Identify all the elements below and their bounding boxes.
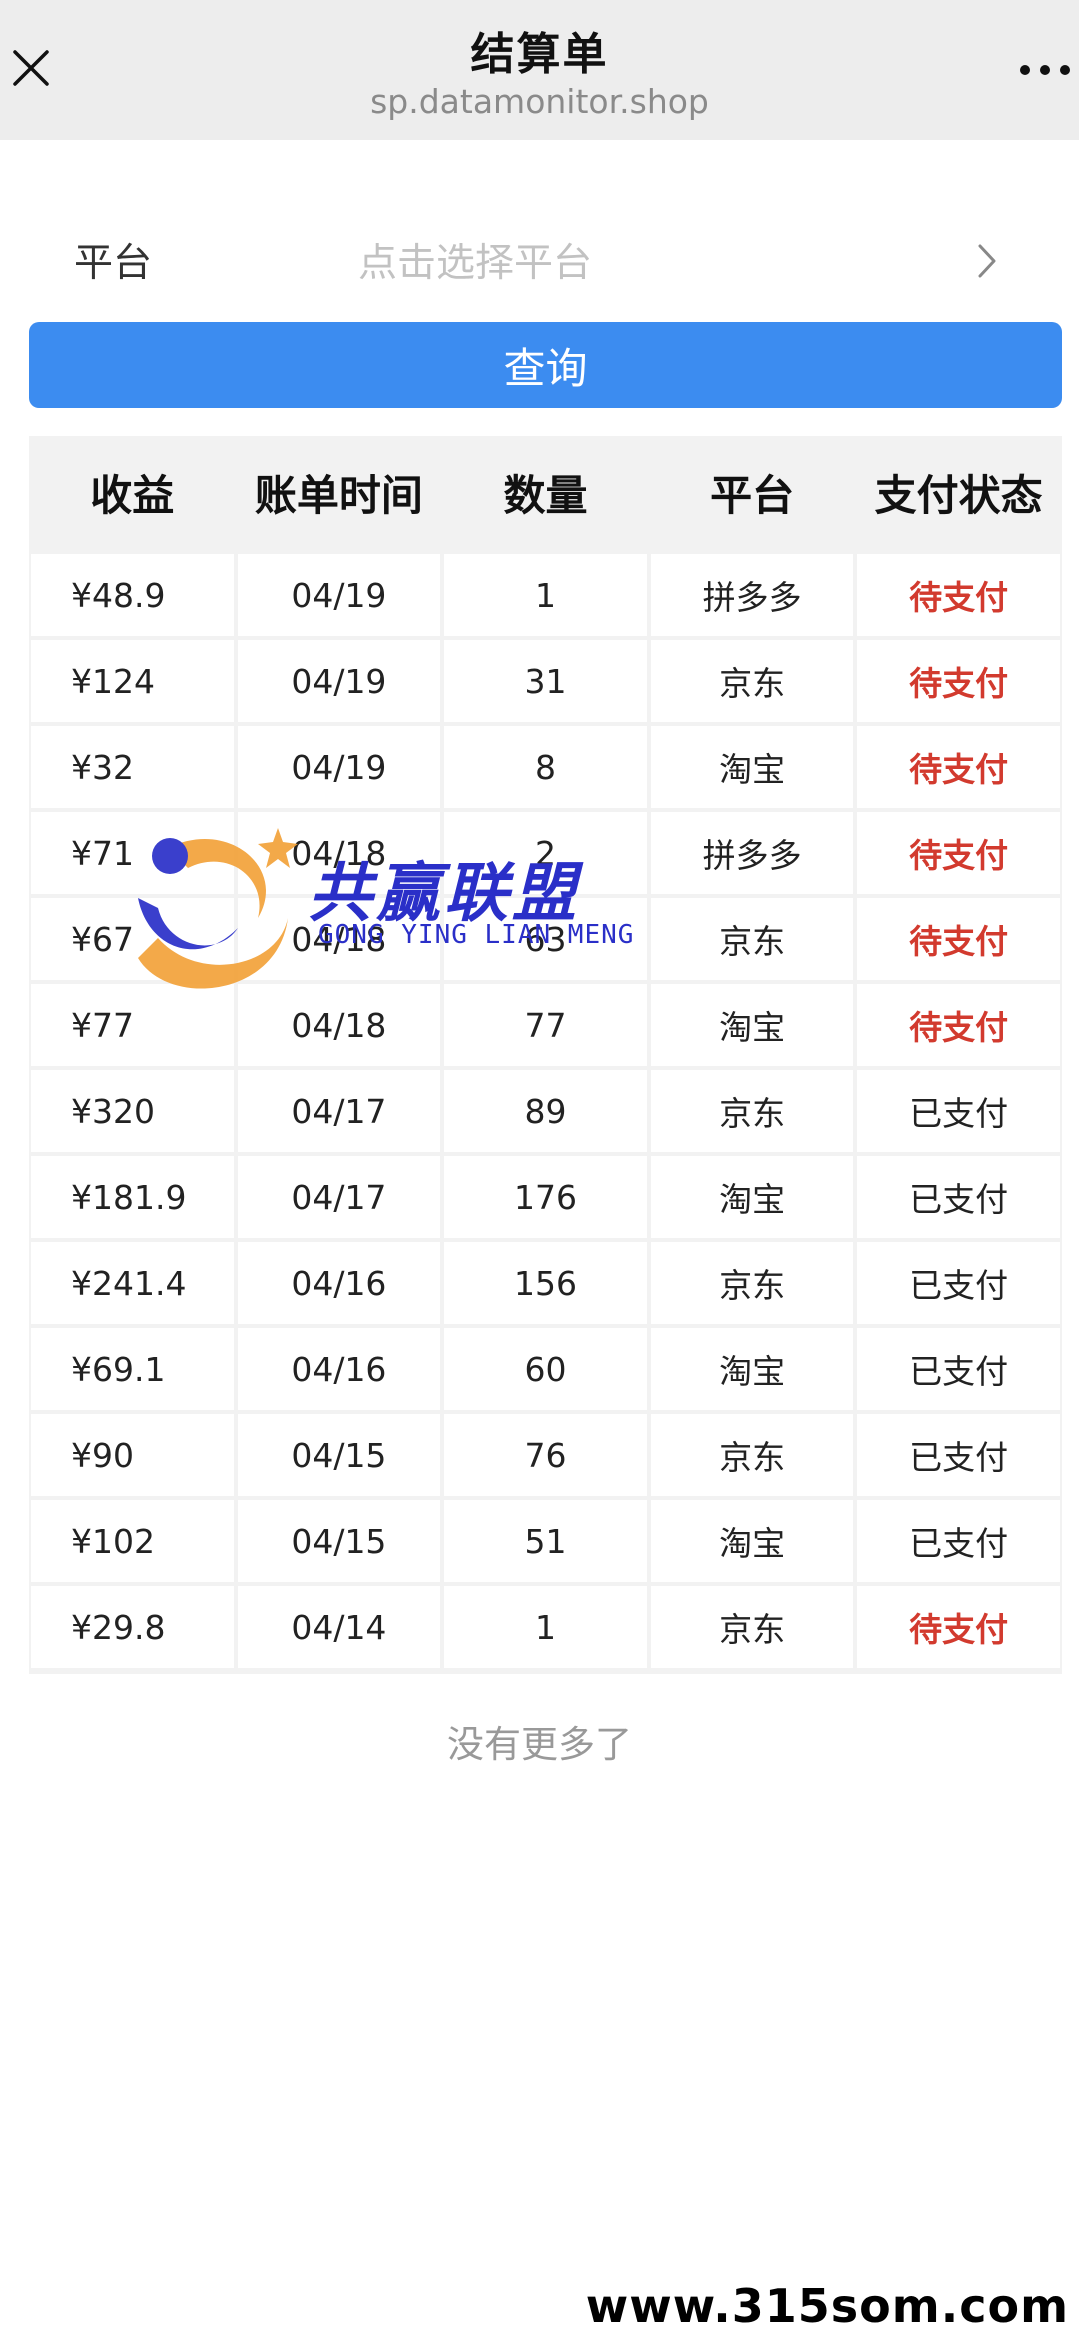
table-row: ¥124 04/19 31 京东 待支付: [29, 638, 1062, 724]
cell-quantity: 8: [444, 726, 647, 808]
cell-amount: ¥102: [31, 1500, 234, 1582]
cell-status: 已支付: [857, 1242, 1060, 1324]
settlement-table: 收益 账单时间 数量 平台 支付状态 ¥48.9 04/19 1 拼多多 待支付 ¥124…: [29, 436, 1062, 1674]
cell-amount: ¥90: [31, 1414, 234, 1496]
cell-date: 04/16: [237, 1242, 441, 1324]
header-date: 账单时间: [254, 470, 423, 520]
table-row: ¥69.1 04/16 60 淘宝 已支付: [29, 1326, 1062, 1412]
cell-platform: 京东: [650, 1414, 854, 1496]
nav-bar: 结算单 sp.datamonitor.shop: [0, 0, 1079, 140]
cell-platform: 淘宝: [650, 1156, 854, 1238]
cell-platform: 淘宝: [650, 1500, 854, 1582]
cell-status: 待支付: [857, 812, 1060, 894]
cell-quantity: 176: [444, 1156, 647, 1238]
cell-quantity: 1: [444, 554, 647, 636]
table-row: ¥29.8 04/14 1 京东 待支付: [29, 1584, 1062, 1670]
cell-amount: ¥32: [31, 726, 234, 808]
cell-status: 已支付: [857, 1500, 1060, 1582]
cell-platform: 淘宝: [650, 726, 854, 808]
no-more-text: 没有更多了: [447, 1723, 632, 1766]
header-platform: 平台: [710, 470, 795, 520]
cell-date: 04/15: [237, 1414, 441, 1496]
cell-amount: ¥124: [31, 640, 234, 722]
cell-platform: 淘宝: [650, 984, 854, 1066]
cell-status: 待支付: [857, 984, 1060, 1066]
cell-status: 已支付: [857, 1070, 1060, 1152]
page-url: sp.datamonitor.shop: [370, 82, 709, 121]
cell-date: 04/15: [237, 1500, 441, 1582]
more-icon: [1020, 65, 1070, 75]
cell-quantity: 60: [444, 1328, 647, 1410]
watermark-logo: 共赢联盟 GONG YING LIAN MENG: [108, 808, 668, 1008]
cell-platform: 京东: [650, 640, 854, 722]
header-amount: 收益: [90, 470, 175, 520]
page-title: 结算单: [470, 29, 609, 80]
cell-date: 04/17: [237, 1156, 441, 1238]
cell-amount: ¥181.9: [31, 1156, 234, 1238]
watermark-english: GONG YING LIAN MENG: [318, 920, 635, 950]
platform-label: 平台: [74, 241, 153, 286]
table-row: ¥48.9 04/19 1 拼多多 待支付: [29, 552, 1062, 638]
table-row: ¥181.9 04/17 176 淘宝 已支付: [29, 1154, 1062, 1240]
cell-quantity: 76: [444, 1414, 647, 1496]
cell-amount: ¥69.1: [31, 1328, 234, 1410]
cell-date: 04/19: [237, 554, 441, 636]
more-button[interactable]: [1015, 40, 1075, 100]
cell-date: 04/17: [237, 1070, 441, 1152]
cell-date: 04/19: [237, 726, 441, 808]
table-row: ¥241.4 04/16 156 京东 已支付: [29, 1240, 1062, 1326]
cell-status: 待支付: [857, 640, 1060, 722]
cell-platform: 淘宝: [650, 1328, 854, 1410]
cell-quantity: 31: [444, 640, 647, 722]
cell-status: 待支付: [857, 1586, 1060, 1668]
cell-platform: 拼多多: [650, 554, 854, 636]
cell-status: 已支付: [857, 1328, 1060, 1410]
header-status: 支付状态: [874, 470, 1043, 520]
cell-status: 待支付: [857, 726, 1060, 808]
platform-placeholder[interactable]: 点击选择平台: [358, 232, 592, 288]
cell-amount: ¥48.9: [31, 554, 234, 636]
table-row: ¥32 04/19 8 淘宝 待支付: [29, 724, 1062, 810]
cell-platform: 京东: [650, 1586, 854, 1668]
cell-amount: ¥29.8: [31, 1586, 234, 1668]
watermark-emblem-icon: [138, 828, 298, 989]
table-row: ¥90 04/15 76 京东 已支付: [29, 1412, 1062, 1498]
cell-platform: 拼多多: [650, 812, 854, 894]
cell-status: 待支付: [857, 554, 1060, 636]
cell-platform: 京东: [650, 898, 854, 980]
query-button[interactable]: 查询: [29, 322, 1062, 408]
cell-status: 已支付: [857, 1156, 1060, 1238]
cell-date: 04/14: [237, 1586, 441, 1668]
header-quantity: 数量: [503, 470, 588, 520]
table-body: ¥48.9 04/19 1 拼多多 待支付 ¥124 04/19 31 京东 待支付 ¥32 04/1…: [29, 548, 1062, 1674]
cell-quantity: 156: [444, 1242, 647, 1324]
chevron-right-icon: [978, 244, 996, 278]
cell-date: 04/16: [237, 1328, 441, 1410]
site-watermark: www.315som.com: [585, 2279, 1069, 2333]
cell-quantity: 51: [444, 1500, 647, 1582]
cell-amount: ¥320: [31, 1070, 234, 1152]
table-row: ¥320 04/17 89 京东 已支付: [29, 1068, 1062, 1154]
cell-platform: 京东: [650, 1242, 854, 1324]
cell-quantity: 1: [444, 1586, 647, 1668]
cell-status: 已支付: [857, 1414, 1060, 1496]
cell-quantity: 89: [444, 1070, 647, 1152]
cell-platform: 京东: [650, 1070, 854, 1152]
table-row: ¥102 04/15 51 淘宝 已支付: [29, 1498, 1062, 1584]
cell-date: 04/19: [237, 640, 441, 722]
table-header: 收益 账单时间 数量 平台 支付状态: [29, 436, 1062, 548]
cell-amount: ¥241.4: [31, 1242, 234, 1324]
platform-selector[interactable]: 平台 点击选择平台: [0, 200, 1079, 320]
cell-status: 待支付: [857, 898, 1060, 980]
